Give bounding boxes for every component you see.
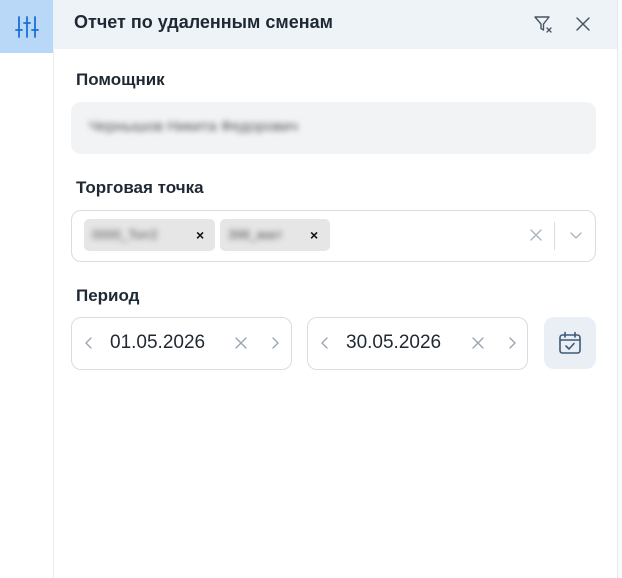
close-icon <box>530 229 542 241</box>
filter-clear-button[interactable] <box>531 12 555 36</box>
date-to-prev-button[interactable] <box>315 333 335 353</box>
close-button[interactable] <box>571 12 595 36</box>
outlet-dropdown-button[interactable] <box>566 225 586 245</box>
chevron-down-icon <box>570 232 582 239</box>
date-to-clear-button[interactable] <box>468 333 488 353</box>
assistant-label: Помощник <box>76 70 165 89</box>
page-title: Отчет по удаленным сменам <box>74 12 333 32</box>
panel-header: Отчет по удаленным сменам <box>53 0 617 49</box>
assistant-value: Чернышов Никита Федорович <box>89 118 298 135</box>
filter-clear-icon <box>534 16 552 33</box>
sliders-icon <box>14 15 39 38</box>
outlet-multiselect[interactable]: 0000_Torr2 × 398_магг × <box>71 210 596 262</box>
period-label: Период <box>76 286 140 305</box>
chip-remove-button[interactable]: × <box>196 227 204 243</box>
chevron-right-icon <box>509 337 516 349</box>
chevron-left-icon <box>85 337 92 349</box>
outlet-label: Торговая точка <box>76 178 204 197</box>
date-from-input[interactable]: 01.05.2026 <box>71 317 292 370</box>
outlet-chip: 398_магг × <box>220 219 330 251</box>
close-icon <box>472 337 484 349</box>
chevron-left-icon <box>321 337 328 349</box>
divider <box>554 222 555 250</box>
close-icon <box>576 17 590 31</box>
calendar-check-icon <box>559 331 581 354</box>
date-to-next-button[interactable] <box>502 333 522 353</box>
chip-label: 398_магг <box>228 227 283 242</box>
date-to-value: 30.05.2026 <box>346 332 442 353</box>
scrollbar-track[interactable] <box>617 0 622 578</box>
filters-toggle-button[interactable] <box>0 0 53 53</box>
date-from-value: 01.05.2026 <box>110 332 206 353</box>
assistant-field: Чернышов Никита Федорович <box>71 102 596 154</box>
close-icon <box>235 337 247 349</box>
date-from-prev-button[interactable] <box>79 333 99 353</box>
chip-label: 0000_Torr2 <box>92 227 158 242</box>
chip-remove-button[interactable]: × <box>310 227 318 243</box>
chevron-right-icon <box>272 337 279 349</box>
date-to-input[interactable]: 30.05.2026 <box>307 317 528 370</box>
date-from-next-button[interactable] <box>265 333 285 353</box>
left-rail <box>0 0 54 578</box>
calendar-button[interactable] <box>544 317 596 369</box>
outlet-clear-button[interactable] <box>526 225 546 245</box>
outlet-chip: 0000_Torr2 × <box>84 219 215 251</box>
date-from-clear-button[interactable] <box>231 333 251 353</box>
